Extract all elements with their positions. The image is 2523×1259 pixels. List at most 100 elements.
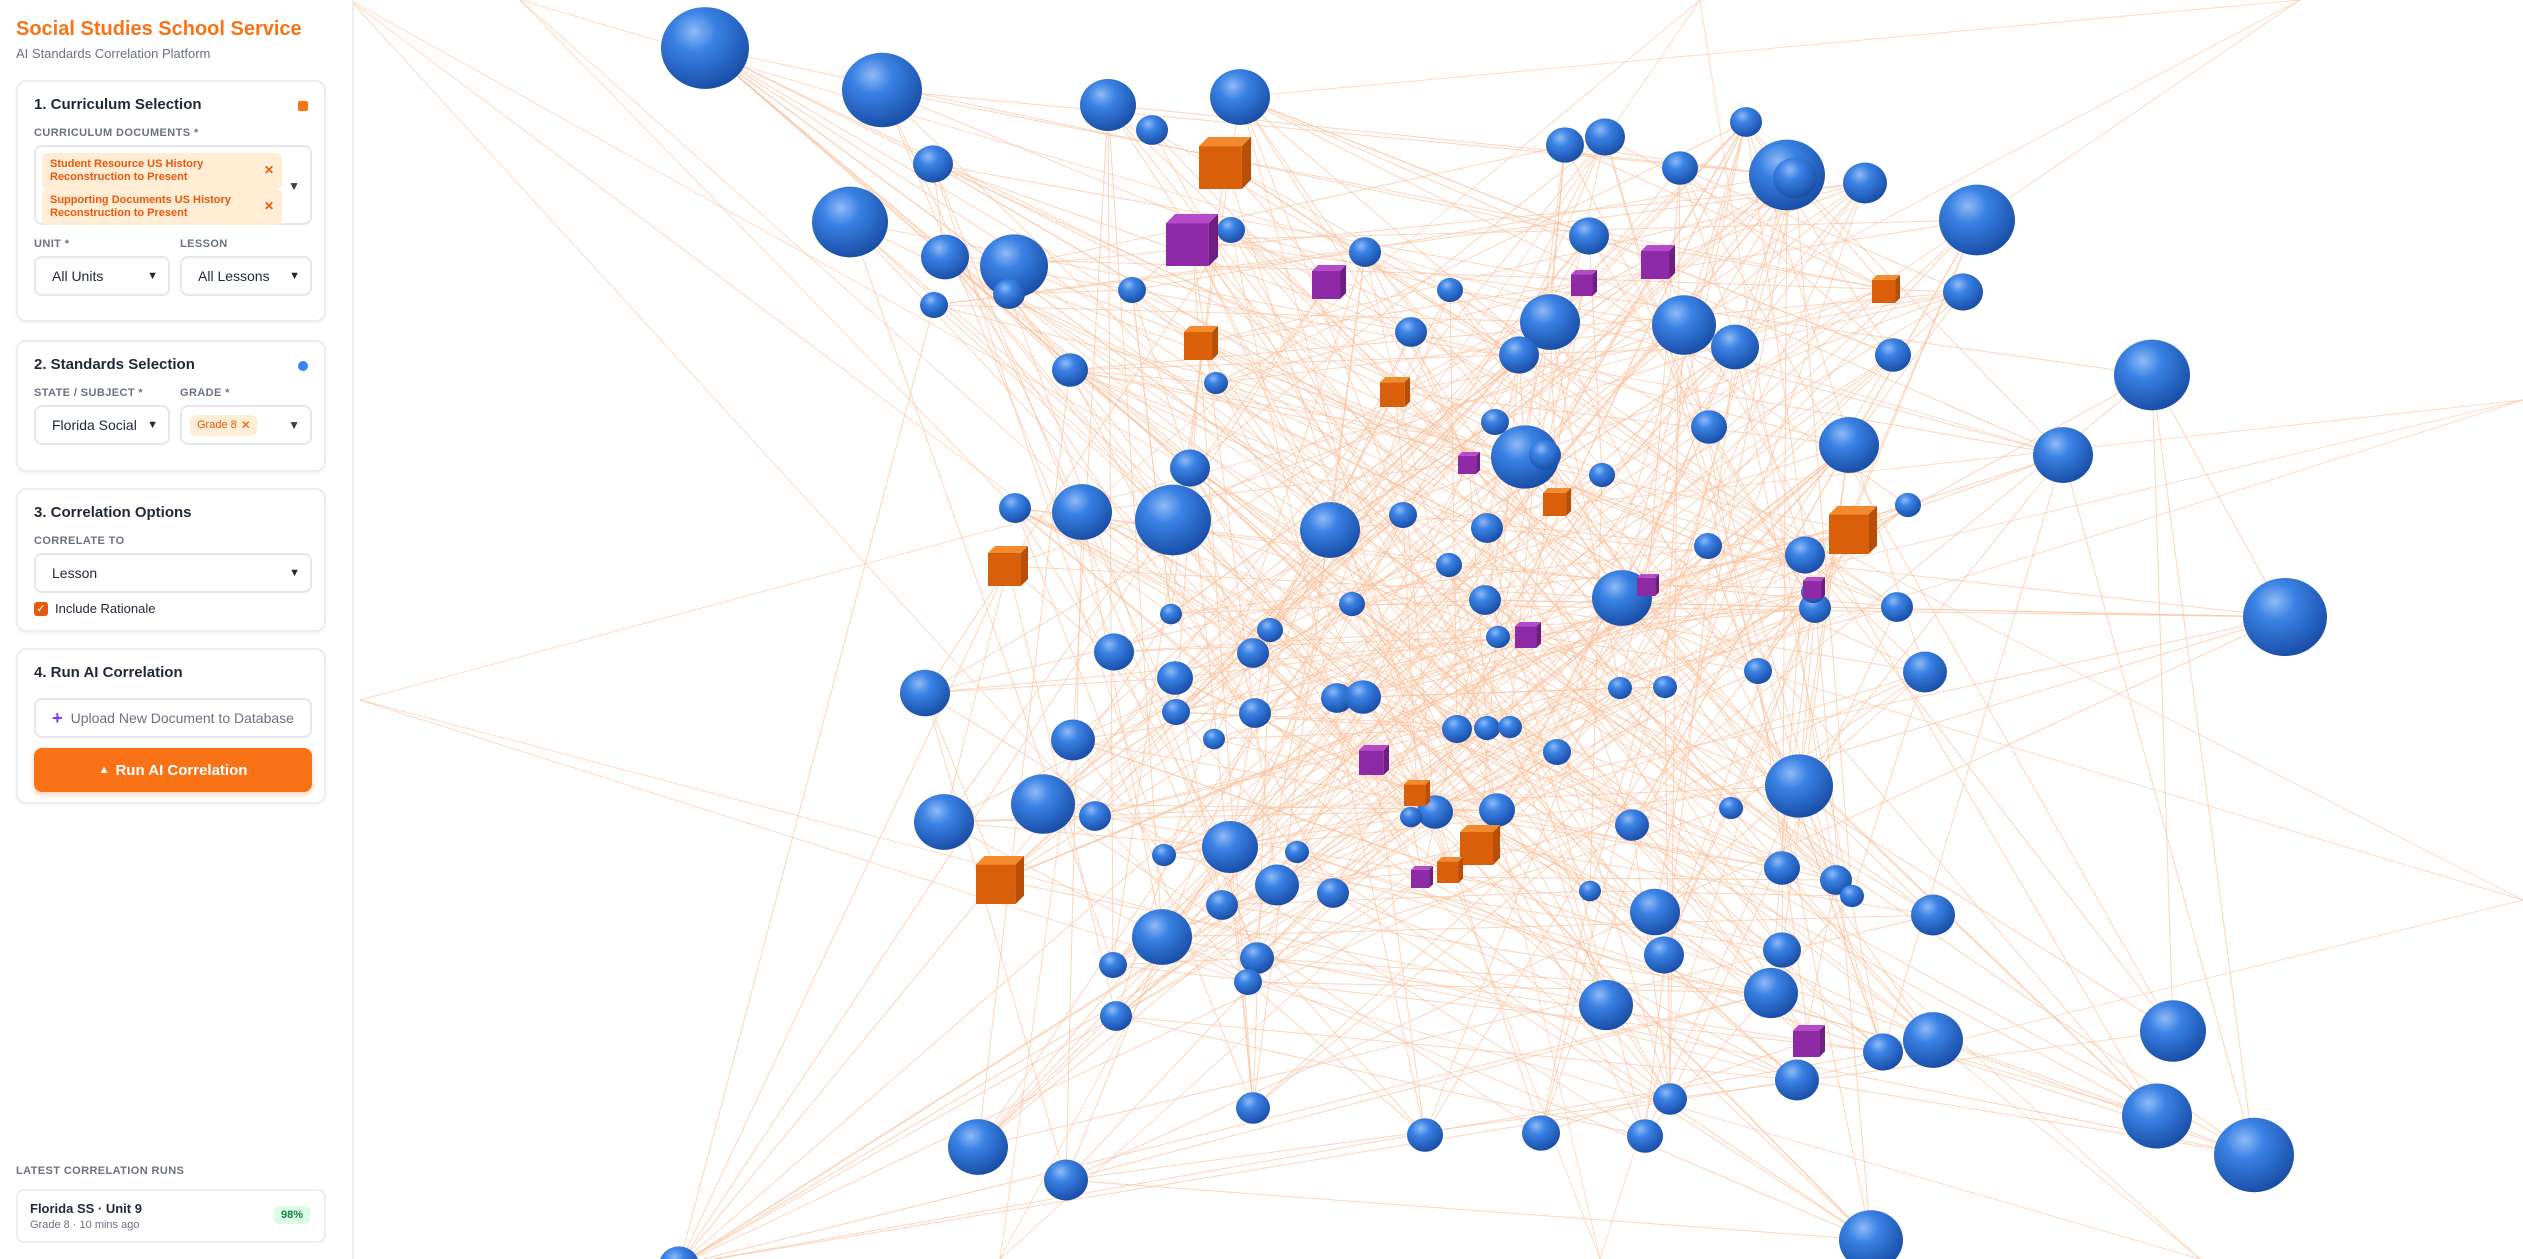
lesson-node[interactable] bbox=[1641, 245, 1675, 279]
document-node[interactable] bbox=[1400, 806, 1422, 828]
document-node[interactable] bbox=[1210, 69, 1270, 125]
chevron-down-icon[interactable]: ▼ bbox=[288, 179, 300, 193]
document-node[interactable] bbox=[2114, 339, 2190, 411]
document-node[interactable] bbox=[914, 794, 974, 850]
document-node[interactable] bbox=[1136, 115, 1168, 145]
document-node[interactable] bbox=[1569, 217, 1609, 255]
document-node[interactable] bbox=[1240, 942, 1274, 974]
document-node[interactable] bbox=[920, 291, 948, 319]
lesson-node[interactable] bbox=[1793, 1025, 1825, 1057]
lesson-node[interactable] bbox=[1166, 214, 1218, 266]
document-node[interactable] bbox=[1819, 417, 1879, 473]
document-node[interactable] bbox=[1234, 968, 1262, 996]
document-node[interactable] bbox=[1585, 118, 1625, 156]
document-node[interactable] bbox=[1627, 1119, 1663, 1153]
document-node[interactable] bbox=[1118, 276, 1146, 304]
standard-node[interactable] bbox=[1543, 488, 1571, 516]
document-node[interactable] bbox=[1471, 513, 1503, 543]
close-icon[interactable]: ✕ bbox=[241, 418, 251, 432]
document-node[interactable] bbox=[1317, 878, 1349, 908]
document-node[interactable] bbox=[2214, 1117, 2294, 1193]
document-node[interactable] bbox=[1080, 78, 1136, 132]
lesson-node[interactable] bbox=[1637, 574, 1659, 596]
document-node[interactable] bbox=[1052, 484, 1112, 540]
document-node[interactable] bbox=[1345, 680, 1381, 714]
document-node[interactable] bbox=[2033, 427, 2093, 483]
document-node[interactable] bbox=[1499, 336, 1539, 374]
document-node[interactable] bbox=[812, 186, 888, 258]
state-subject-select[interactable]: Florida Social ▼ bbox=[34, 405, 170, 445]
document-node[interactable] bbox=[1157, 661, 1193, 695]
document-node[interactable] bbox=[1162, 698, 1190, 726]
document-node[interactable] bbox=[1202, 820, 1258, 874]
run-ai-correlation-button[interactable]: ▲ Run AI Correlation bbox=[34, 748, 312, 792]
document-node[interactable] bbox=[1339, 591, 1365, 617]
document-node[interactable] bbox=[1079, 801, 1111, 831]
document-node[interactable] bbox=[1170, 449, 1210, 487]
lesson-node[interactable] bbox=[1359, 745, 1389, 775]
document-node[interactable] bbox=[2122, 1083, 2192, 1149]
unit-select[interactable]: All Units ▼ bbox=[34, 256, 170, 296]
document-node[interactable] bbox=[1765, 754, 1833, 818]
document-node[interactable] bbox=[1479, 793, 1515, 827]
document-node[interactable] bbox=[661, 7, 749, 89]
document-node[interactable] bbox=[1442, 715, 1472, 743]
standard-node[interactable] bbox=[1184, 326, 1218, 360]
document-node[interactable] bbox=[1652, 295, 1716, 355]
document-node[interactable] bbox=[1099, 951, 1127, 979]
standard-node[interactable] bbox=[988, 546, 1028, 586]
document-node[interactable] bbox=[1546, 127, 1584, 163]
document-node[interactable] bbox=[1389, 501, 1417, 529]
document-node[interactable] bbox=[1840, 884, 1864, 908]
standard-node[interactable] bbox=[1437, 857, 1463, 883]
document-node[interactable] bbox=[1486, 625, 1510, 649]
document-node[interactable] bbox=[1395, 317, 1427, 347]
document-node[interactable] bbox=[1719, 796, 1743, 820]
document-node[interactable] bbox=[1498, 715, 1522, 739]
document-node[interactable] bbox=[1653, 1083, 1687, 1115]
document-node[interactable] bbox=[1662, 151, 1698, 185]
latest-run-item[interactable]: Florida SS · Unit 9 Grade 8 · 10 mins ag… bbox=[16, 1189, 326, 1243]
lesson-node[interactable] bbox=[1803, 577, 1825, 599]
standard-node[interactable] bbox=[1199, 137, 1251, 189]
document-node[interactable] bbox=[1206, 890, 1238, 920]
document-node[interactable] bbox=[1255, 864, 1299, 906]
document-node[interactable] bbox=[1589, 462, 1615, 488]
document-node[interactable] bbox=[1469, 585, 1501, 615]
upload-document-button[interactable]: + Upload New Document to Database bbox=[34, 698, 312, 738]
network-graph[interactable] bbox=[0, 0, 2523, 1259]
document-node[interactable] bbox=[993, 279, 1025, 309]
curriculum-documents-multiselect[interactable]: Student Resource US History Reconstructi… bbox=[34, 145, 312, 225]
document-node[interactable] bbox=[842, 52, 922, 128]
close-icon[interactable]: ✕ bbox=[264, 164, 274, 177]
document-node[interactable] bbox=[1881, 592, 1913, 622]
standard-node[interactable] bbox=[1380, 377, 1410, 407]
document-node[interactable] bbox=[900, 669, 950, 717]
standard-node[interactable] bbox=[1829, 506, 1877, 554]
document-node[interactable] bbox=[1300, 502, 1360, 558]
document-node[interactable] bbox=[1152, 843, 1176, 867]
document-node[interactable] bbox=[1135, 484, 1211, 556]
document-node[interactable] bbox=[1094, 633, 1134, 671]
document-node[interactable] bbox=[1217, 216, 1245, 244]
document-node[interactable] bbox=[2243, 577, 2327, 657]
document-node[interactable] bbox=[1529, 440, 1561, 470]
document-node[interactable] bbox=[1775, 1059, 1819, 1101]
document-node[interactable] bbox=[999, 493, 1031, 523]
document-node[interactable] bbox=[1608, 676, 1632, 700]
document-node[interactable] bbox=[1744, 657, 1772, 685]
document-node[interactable] bbox=[1543, 738, 1571, 766]
document-node[interactable] bbox=[1863, 1033, 1903, 1071]
document-node[interactable] bbox=[1579, 979, 1633, 1031]
chevron-down-icon[interactable]: ▼ bbox=[288, 418, 300, 432]
standard-node[interactable] bbox=[1404, 780, 1430, 806]
document-node[interactable] bbox=[1011, 774, 1075, 834]
document-node[interactable] bbox=[1349, 237, 1381, 267]
document-node[interactable] bbox=[1843, 162, 1887, 204]
document-node[interactable] bbox=[1051, 719, 1095, 761]
document-node[interactable] bbox=[1763, 932, 1801, 968]
lesson-node[interactable] bbox=[1515, 622, 1541, 648]
document-node[interactable] bbox=[1653, 675, 1677, 699]
document-node[interactable] bbox=[1132, 909, 1192, 965]
document-node[interactable] bbox=[1481, 408, 1509, 436]
